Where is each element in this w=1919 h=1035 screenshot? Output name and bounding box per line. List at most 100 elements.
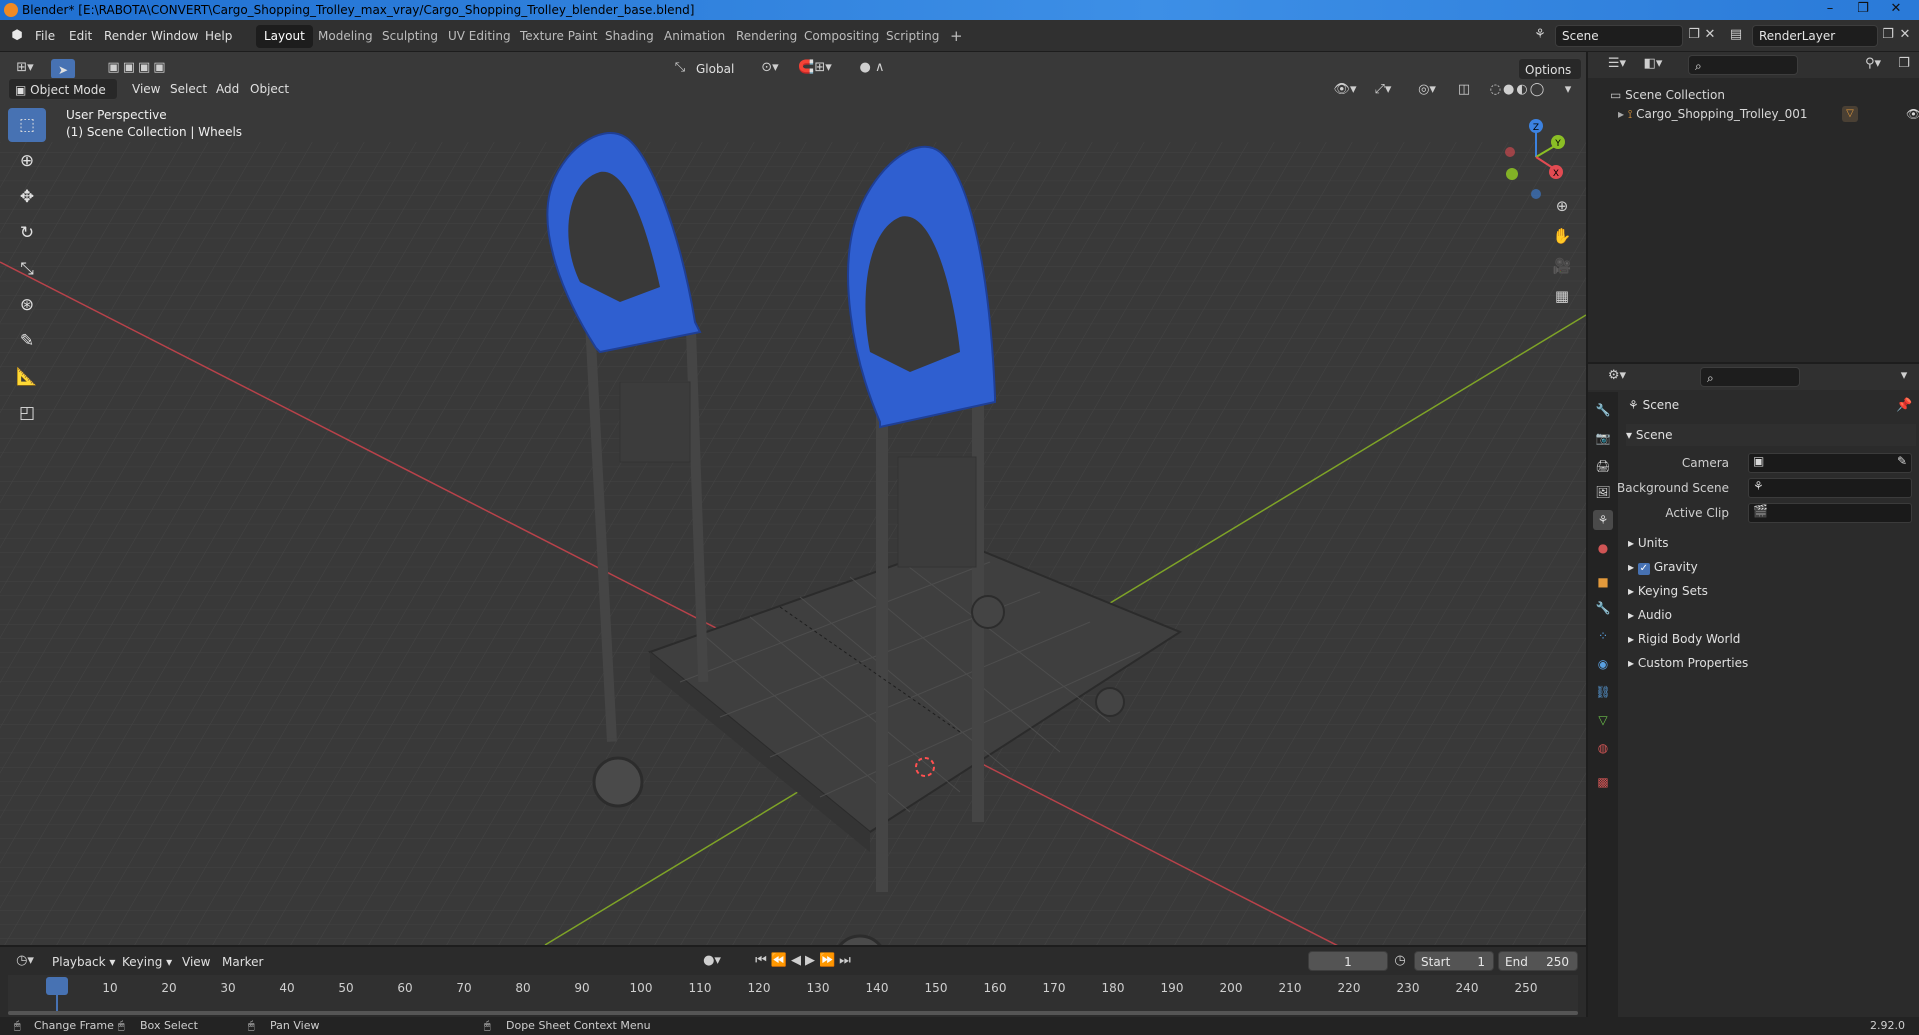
rotate-icon[interactable]: ↻	[8, 216, 46, 250]
shading-mode-icons[interactable]: ◌●◐◯	[1478, 82, 1558, 102]
tab-animation[interactable]: Animation	[656, 25, 733, 48]
menu-help[interactable]: Help	[198, 20, 239, 52]
menu-edit[interactable]: Edit	[62, 20, 99, 52]
xray-icon[interactable]: ◫	[1454, 82, 1474, 102]
display-mode-icon[interactable]: ◧▾	[1638, 56, 1668, 74]
playhead[interactable]	[46, 977, 68, 995]
tab-rendering[interactable]: Rendering	[728, 25, 805, 48]
expand-arrow-icon[interactable]: ▸	[1618, 107, 1624, 121]
visibility-icon[interactable]: 👁▾	[1330, 82, 1360, 102]
tab-sculpting[interactable]: Sculpting	[374, 25, 446, 48]
object-tab-icon[interactable]: ■	[1593, 572, 1613, 592]
annotate-icon[interactable]: ✎	[8, 324, 46, 358]
units-panel[interactable]: ▸ Units	[1628, 532, 1669, 554]
scene-section-header[interactable]: ▾ Scene	[1626, 424, 1916, 446]
modifier-tab-icon[interactable]: 🔧	[1593, 598, 1613, 618]
menu-file[interactable]: File	[28, 20, 62, 52]
options-dropdown[interactable]: Options	[1518, 58, 1582, 80]
audio-panel[interactable]: ▸ Audio	[1628, 604, 1672, 626]
keying-sets-panel[interactable]: ▸ Keying Sets	[1628, 580, 1708, 602]
shading-options-icon[interactable]: ▾	[1560, 82, 1576, 102]
properties-options-icon[interactable]: ▾	[1896, 368, 1912, 386]
gravity-panel[interactable]: ▸ ✓ Gravity	[1628, 556, 1698, 578]
renderlayer-selector-icon[interactable]: ▤	[1724, 27, 1748, 47]
gravity-checkbox[interactable]: ✓	[1637, 563, 1650, 575]
viewport-menu-view[interactable]: View	[126, 78, 166, 100]
viewport-menu-select[interactable]: Select	[164, 78, 213, 100]
select-mode-icon[interactable]: ➤	[50, 58, 76, 80]
outliner-item[interactable]: ▸ ⟟ Cargo_Shopping_Trolley_001 ▽ 👁	[1618, 104, 1919, 124]
tab-modeling[interactable]: Modeling	[310, 25, 381, 48]
scale-icon[interactable]: ⤡	[8, 252, 46, 286]
custom-properties-panel[interactable]: ▸ Custom Properties	[1628, 652, 1748, 674]
outliner-editor-icon[interactable]: ☰▾	[1602, 56, 1632, 74]
new-collection-icon[interactable]: ❐	[1894, 56, 1914, 74]
filter-icon[interactable]: ⚲▾	[1858, 56, 1888, 74]
measure-icon[interactable]: 📐	[8, 360, 46, 394]
world-tab-icon[interactable]: ●	[1593, 538, 1613, 558]
physics-tab-icon[interactable]: ◉	[1593, 654, 1613, 674]
outliner-search-input[interactable]: ⌕	[1688, 55, 1798, 75]
output-tab-icon[interactable]: 🖨	[1593, 456, 1613, 476]
properties-editor-icon[interactable]: ⚙▾	[1602, 368, 1632, 386]
viewport-menu-object[interactable]: Object	[244, 78, 295, 100]
tab-uv-editing[interactable]: UV Editing	[440, 25, 519, 48]
editor-type-icon[interactable]: ⊞▾	[10, 60, 40, 80]
properties-search-input[interactable]: ⌕	[1700, 367, 1800, 387]
background-scene-field[interactable]: ⚘	[1748, 478, 1912, 498]
object-mode-dropdown[interactable]: ▣ Object Mode	[8, 78, 118, 100]
snap-icon[interactable]: 🧲⊞▾	[790, 60, 840, 80]
view-layer-tab-icon[interactable]: 🖼	[1593, 482, 1613, 502]
new-scene-icon[interactable]: ❐	[1686, 27, 1702, 45]
data-tab-icon[interactable]: ▽	[1593, 710, 1613, 730]
scene-selector-icon[interactable]: ⚘	[1528, 27, 1552, 47]
zoom-icon[interactable]: ⊕	[1548, 192, 1576, 220]
tab-shading[interactable]: Shading	[597, 25, 662, 48]
delete-renderlayer-icon[interactable]: ✕	[1897, 27, 1913, 45]
tab-compositing[interactable]: Compositing	[796, 25, 887, 48]
renderlayer-name-field[interactable]: RenderLayer	[1752, 25, 1878, 47]
3d-viewport[interactable]: ⊞▾ ➤ ▣▣▣▣ ⤡ Global ⊙▾ 🧲⊞▾ ● ∧ Options ▣ …	[0, 52, 1586, 945]
perspective-toggle-icon[interactable]: ▦	[1548, 282, 1576, 310]
overlay-toggle-icon[interactable]: ◎▾	[1410, 82, 1444, 102]
menu-window[interactable]: Window	[144, 20, 205, 52]
cursor-icon[interactable]: ⊕	[8, 144, 46, 178]
material-tab-icon[interactable]: ◍	[1593, 738, 1613, 758]
proportional-edit-icon[interactable]: ● ∧	[848, 60, 896, 80]
navigation-gizmo[interactable]: Z Y X	[1496, 112, 1576, 202]
timeline-scrollbar[interactable]	[8, 1011, 1578, 1015]
constraints-tab-icon[interactable]: ⛓	[1593, 682, 1613, 702]
select-box-icon[interactable]: ⬚	[8, 108, 46, 142]
move-icon[interactable]: ✥	[8, 180, 46, 214]
scene-name-field[interactable]: Scene	[1555, 25, 1683, 47]
scene-tab-icon[interactable]: ⚘	[1593, 510, 1613, 530]
tab-scripting[interactable]: Scripting	[878, 25, 947, 48]
visibility-eye-icon[interactable]: 👁	[1906, 104, 1919, 124]
pan-hand-icon[interactable]: ✋	[1548, 222, 1576, 250]
camera-field[interactable]: ▣ ✎	[1748, 453, 1912, 473]
blender-menu-icon[interactable]: ⬢	[8, 28, 26, 46]
gizmo-toggle-icon[interactable]: ⤢▾	[1366, 82, 1400, 102]
rigid-body-world-panel[interactable]: ▸ Rigid Body World	[1628, 628, 1740, 650]
pin-icon[interactable]: 📌	[1896, 398, 1912, 414]
transform-orientation-dropdown[interactable]: Global	[690, 58, 746, 80]
pivot-point-icon[interactable]: ⊙▾	[756, 60, 784, 80]
active-clip-field[interactable]: 🎬	[1748, 503, 1912, 523]
tool-tab-icon[interactable]: 🔧	[1593, 400, 1613, 420]
render-tab-icon[interactable]: 📷	[1593, 428, 1613, 448]
new-renderlayer-icon[interactable]: ❐	[1880, 27, 1896, 45]
tab-layout[interactable]: Layout	[256, 25, 313, 48]
camera-view-icon[interactable]: 🎥	[1548, 252, 1576, 280]
texture-tab-icon[interactable]: ▩	[1593, 772, 1613, 792]
maximize-button[interactable]: ❐	[1848, 0, 1878, 20]
tab-texture-paint[interactable]: Texture Paint	[512, 25, 605, 48]
add-workspace-button[interactable]: +	[942, 25, 971, 48]
eyedropper-icon[interactable]: ✎	[1897, 454, 1907, 468]
particles-tab-icon[interactable]: ⁘	[1593, 626, 1613, 646]
delete-scene-icon[interactable]: ✕	[1702, 27, 1718, 45]
scene-collection-row[interactable]: ▭ Scene Collection	[1610, 86, 1725, 104]
transform-icon[interactable]: ⊛	[8, 288, 46, 322]
viewport-menu-add[interactable]: Add	[210, 78, 245, 100]
add-cube-icon[interactable]: ◰	[8, 396, 46, 430]
selection-mode-icons[interactable]: ▣▣▣▣	[88, 60, 188, 80]
